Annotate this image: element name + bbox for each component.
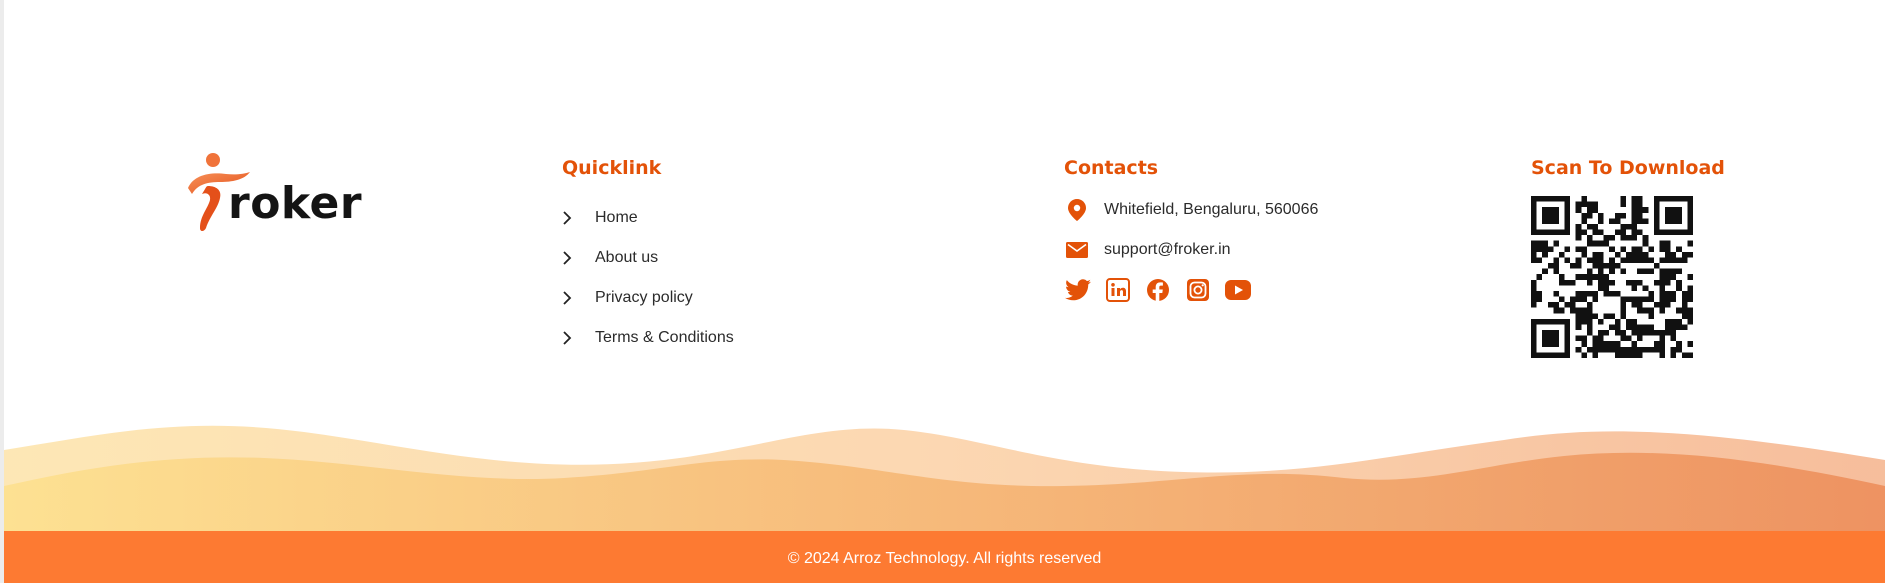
- quicklink-label: About us: [595, 249, 659, 266]
- footer-bar: © 2024 Arroz Technology. All rights rese…: [4, 531, 1885, 583]
- quicklink-heading: Quicklink: [562, 157, 662, 179]
- youtube-icon[interactable]: [1224, 276, 1252, 304]
- linkedin-icon[interactable]: [1104, 276, 1132, 304]
- chevron-right-icon: [562, 326, 592, 350]
- social-links: [1064, 276, 1252, 304]
- chevron-right-icon: [562, 286, 592, 310]
- logo-wordmark: roker: [228, 178, 363, 229]
- quicklink-terms-conditions[interactable]: Terms & Conditions: [562, 318, 734, 358]
- quicklink-label: Home: [595, 209, 638, 226]
- contact-email[interactable]: support@froker.in: [1064, 237, 1231, 263]
- quicklink-home[interactable]: Home: [562, 198, 734, 238]
- email-link: support@froker.in: [1104, 241, 1231, 258]
- instagram-icon[interactable]: [1184, 276, 1212, 304]
- contact-address: Whitefield, Bengaluru, 560066: [1064, 197, 1318, 223]
- quicklink-about-us[interactable]: About us: [562, 238, 734, 278]
- quicklink-privacy-policy[interactable]: Privacy policy: [562, 278, 734, 318]
- quicklink-list: Home About us Privacy policy Terms & Con…: [562, 198, 734, 358]
- contacts-heading: Contacts: [1064, 157, 1159, 179]
- scan-download-heading: Scan To Download: [1531, 157, 1725, 179]
- chevron-right-icon: [562, 246, 592, 270]
- decorative-wave-band: [4, 425, 1885, 532]
- froker-logo[interactable]: roker: [186, 152, 362, 234]
- facebook-icon[interactable]: [1144, 276, 1172, 304]
- location-pin-icon: [1064, 197, 1090, 223]
- envelope-icon: [1064, 237, 1090, 263]
- copyright-text: © 2024 Arroz Technology. All rights rese…: [787, 550, 1102, 567]
- twitter-icon[interactable]: [1064, 276, 1092, 304]
- address-text: Whitefield, Bengaluru, 560066: [1104, 201, 1319, 218]
- qr-code[interactable]: [1531, 196, 1693, 358]
- quicklink-label: Privacy policy: [595, 289, 693, 306]
- quicklink-label: Terms & Conditions: [595, 329, 734, 346]
- chevron-right-icon: [562, 206, 592, 230]
